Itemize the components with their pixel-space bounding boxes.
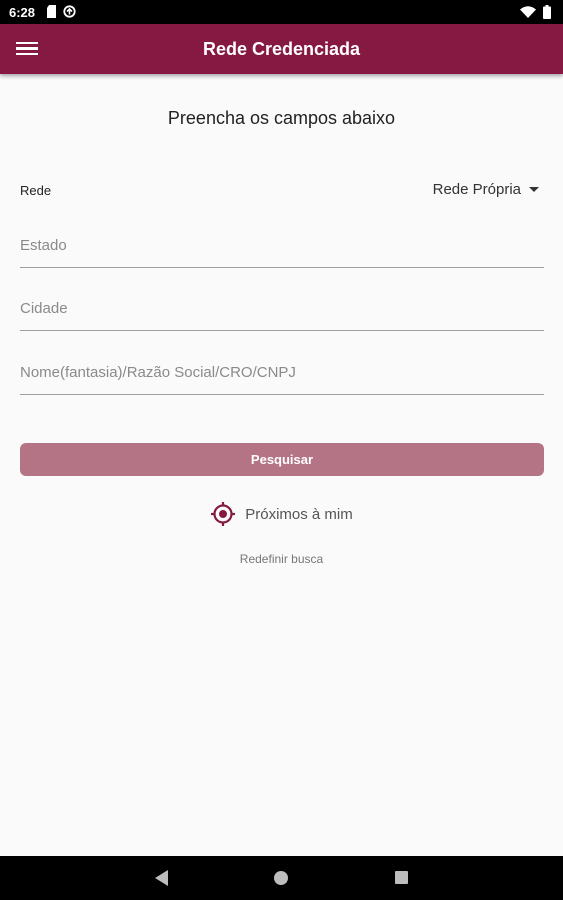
recents-icon[interactable]	[395, 871, 408, 884]
back-icon[interactable]	[155, 870, 169, 886]
rede-select-value: Rede Própria	[432, 181, 521, 198]
status-right-icons	[520, 5, 551, 19]
nearby-button[interactable]: Próximos à mim	[0, 501, 563, 527]
estado-placeholder: Estado	[20, 237, 67, 254]
cidade-field[interactable]: Cidade	[20, 296, 544, 331]
estado-field[interactable]: Estado	[20, 233, 544, 268]
chevron-down-icon	[529, 187, 539, 192]
battery-icon	[543, 5, 551, 19]
status-bar: 6:28	[0, 0, 563, 24]
search-button[interactable]: Pesquisar	[20, 443, 544, 476]
sync-icon	[63, 5, 76, 18]
status-left-icons	[46, 5, 76, 18]
home-icon[interactable]	[274, 871, 288, 885]
reset-search-link[interactable]: Redefinir busca	[0, 552, 563, 566]
nome-field[interactable]: Nome(fantasia)/Razão Social/CRO/CNPJ	[20, 360, 544, 395]
wifi-icon	[520, 6, 536, 18]
navigation-bar	[0, 856, 563, 900]
rede-label: Rede	[20, 183, 52, 198]
app-title: Rede Credenciada	[202, 39, 361, 59]
location-target-icon	[211, 502, 236, 526]
status-time: 6:28	[9, 5, 36, 20]
cidade-placeholder: Cidade	[20, 300, 68, 317]
app-bar: Rede Credenciada	[0, 24, 563, 74]
nome-placeholder: Nome(fantasia)/Razão Social/CRO/CNPJ	[20, 364, 296, 381]
sd-card-icon	[47, 5, 56, 18]
form-heading: Preencha os campos abaixo	[167, 108, 396, 128]
nearby-label: Próximos à mim	[245, 505, 353, 523]
rede-select[interactable]: Rede Própria	[433, 181, 539, 198]
